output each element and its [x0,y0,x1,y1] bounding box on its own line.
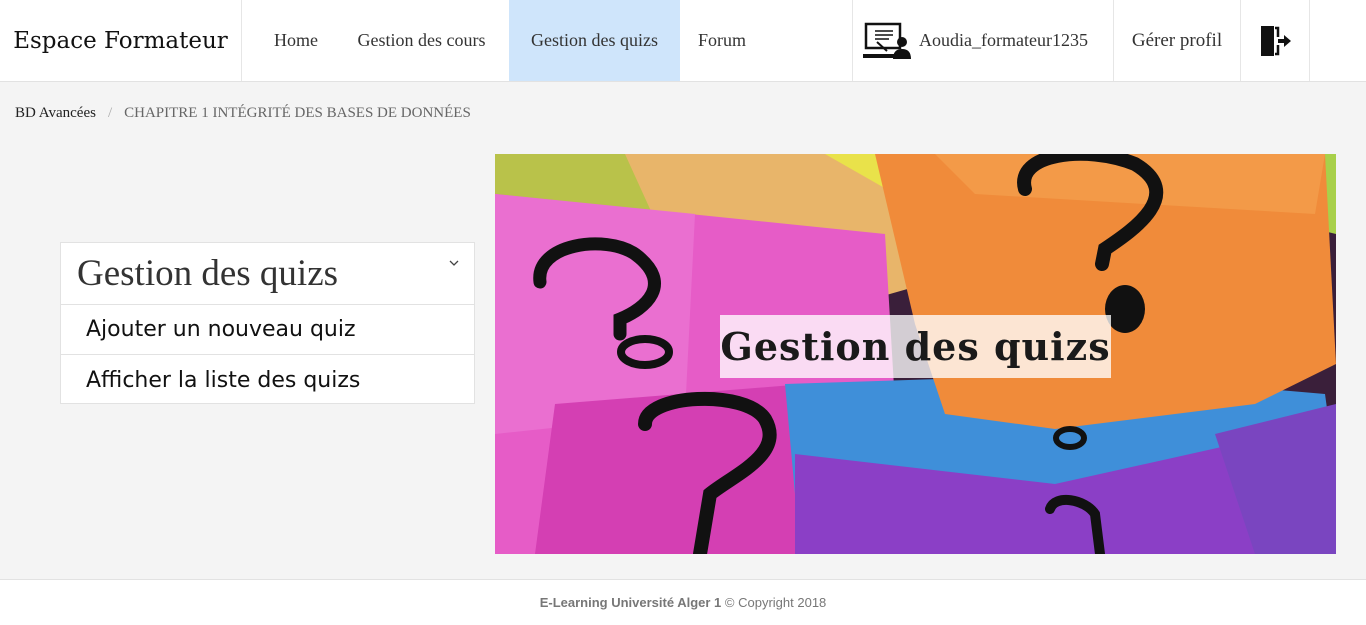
user-menu[interactable]: Aoudia_formateur1235 [852,0,1114,81]
nav-home[interactable]: Home [258,0,334,81]
nav-gestion-quizs[interactable]: Gestion des quizs [509,0,680,81]
chevron-down-icon[interactable] [448,257,460,269]
top-navbar: Espace Formateur Home Gestion des cours … [0,0,1366,82]
breadcrumb-separator: / [107,105,113,121]
hero-title: Gestion des quizs [720,315,1111,378]
list-quizs-link[interactable]: Afficher la liste des quizs [61,355,474,405]
add-quiz-link[interactable]: Ajouter un nouveau quiz [61,305,474,355]
manage-profile-link[interactable]: Gérer profil [1114,0,1241,81]
footer-brand: E-Learning Université Alger 1 [539,595,722,610]
breadcrumb-chapter: CHAPITRE 1 INTÉGRITÉ DES BASES DE DONNÉE… [124,105,471,121]
breadcrumb: BD Avancées / CHAPITRE 1 INTÉGRITÉ DES B… [15,105,471,122]
quiz-side-menu: Gestion des quizs Ajouter un nouveau qui… [60,242,475,404]
side-menu-header[interactable]: Gestion des quizs [61,243,474,305]
hero-banner: Gestion des quizs [495,154,1336,554]
nav-gestion-cours[interactable]: Gestion des cours [339,0,504,81]
footer-copyright: © Copyright 2018 [724,595,827,610]
footer: E-Learning Université Alger 1 © Copyrigh… [0,579,1366,625]
breadcrumb-course[interactable]: BD Avancées [15,105,96,122]
side-menu-title: Gestion des quizs [77,253,339,294]
logout-icon [1261,25,1291,56]
username-label: Aoudia_formateur1235 [919,30,1088,50]
nav-forum[interactable]: Forum [682,0,762,81]
logout-button[interactable] [1241,0,1310,81]
teacher-icon [863,22,911,59]
brand-link[interactable]: Espace Formateur [0,0,242,81]
